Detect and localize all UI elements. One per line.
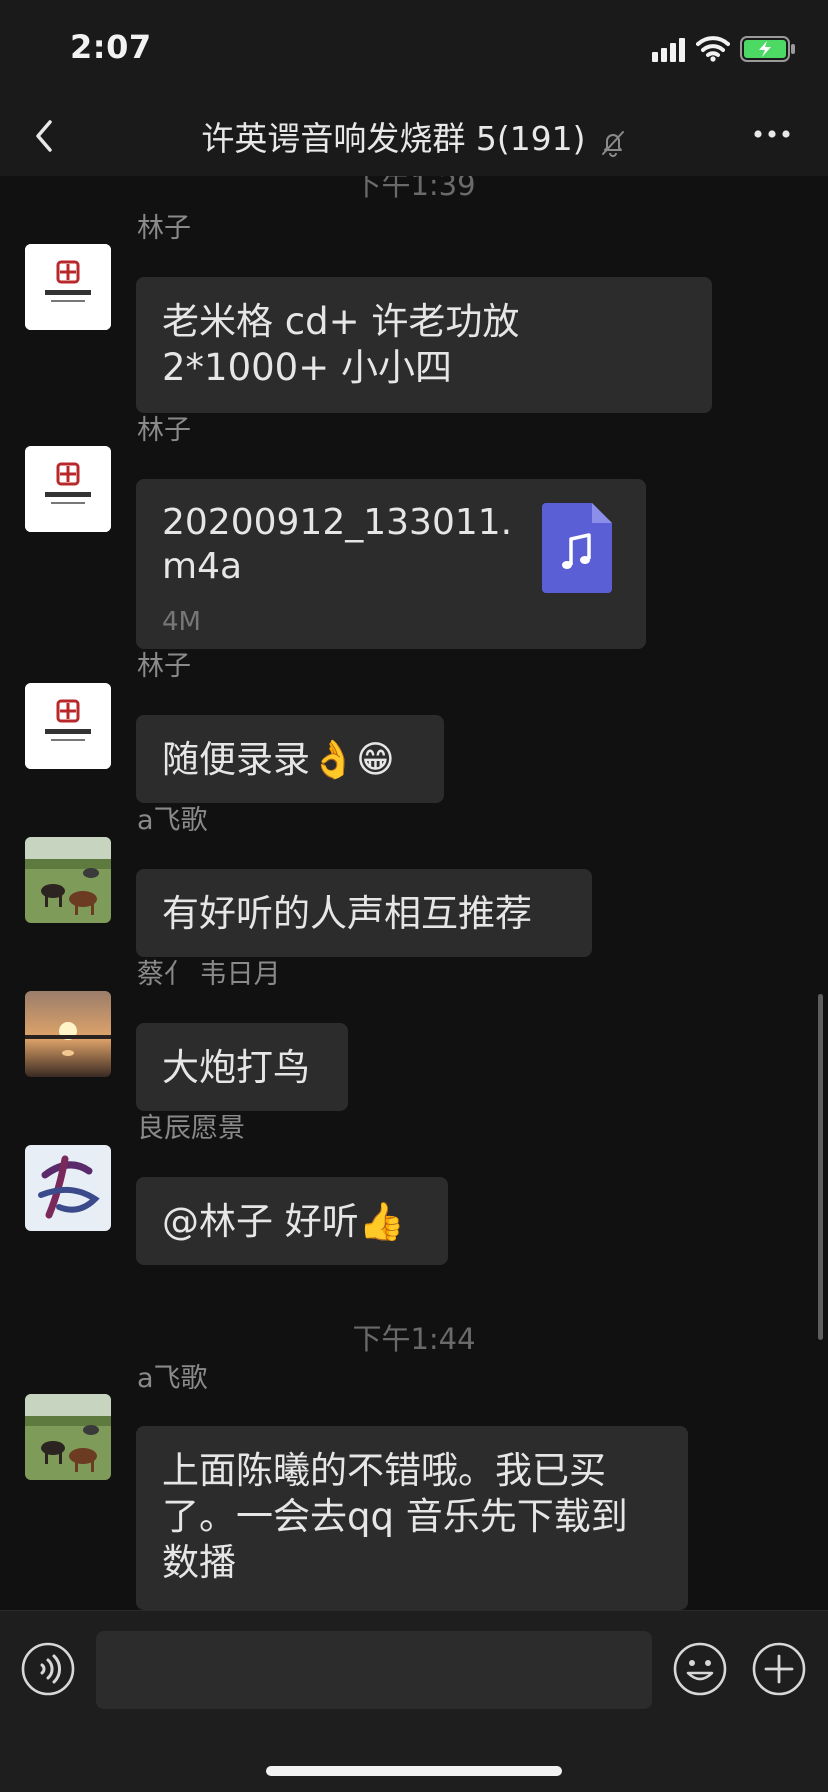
avatar-liang-chen-yuan-jing[interactable] <box>25 1145 111 1231</box>
horses-photo-icon <box>25 837 111 923</box>
battery-charging-icon <box>740 36 795 62</box>
status-time: 2:07 <box>70 28 152 66</box>
muted-bell-icon <box>601 130 624 157</box>
file-message-bubble[interactable]: 20200912_133011.m4a 4M <box>136 479 646 649</box>
message-bubble[interactable]: 老米格 cd+ 许老功放 2*1000+ 小小四 <box>136 277 712 413</box>
sender-name: 良辰愿景 <box>137 1113 245 1144</box>
emoji-icon[interactable] <box>672 1641 728 1697</box>
nav-bar: 许英谔音响发烧群 5(191) <box>0 96 828 176</box>
company-logo-icon <box>25 244 111 330</box>
message-bubble[interactable]: 大炮打鸟 <box>136 1023 348 1111</box>
sender-name: 林子 <box>137 651 191 682</box>
home-indicator[interactable] <box>266 1766 562 1776</box>
music-file-icon <box>542 503 612 593</box>
avatar-a-fei-ge[interactable] <box>25 1394 111 1480</box>
file-name: 20200912_133011.m4a <box>162 502 513 587</box>
avatar-lin-zi[interactable] <box>25 244 111 330</box>
scrollbar[interactable] <box>818 994 823 1340</box>
cellular-signal-icon <box>652 38 685 62</box>
sender-name: 蔡亻 韦日月 <box>137 959 281 990</box>
wifi-icon <box>696 36 730 62</box>
company-logo-icon <box>25 446 111 532</box>
sender-name: 林子 <box>137 415 191 446</box>
avatar-a-fei-ge[interactable] <box>25 837 111 923</box>
status-bar: 2:07 <box>0 0 828 96</box>
input-bar <box>0 1610 828 1792</box>
message-bubble[interactable]: 随便录录👌😁 <box>136 715 444 803</box>
sender-name: a飞歌 <box>137 1363 208 1394</box>
group-title: 许英谔音响发烧群 5(191) <box>201 119 586 158</box>
message-bubble[interactable]: 有好听的人声相互推荐 <box>136 869 592 957</box>
company-logo-icon <box>25 683 111 769</box>
message-bubble[interactable]: @林子 好听👍 <box>136 1177 448 1265</box>
sunset-photo-icon <box>25 991 111 1077</box>
message-input[interactable] <box>96 1631 652 1709</box>
message-list[interactable]: 下午1:39 林子 老米格 cd+ 许老功放 2*1000+ 小小四 林子 20… <box>0 176 828 1610</box>
message-bubble[interactable]: 上面陈曦的不错哦。我已买了。一会去qq 音乐先下载到数播 <box>136 1426 688 1610</box>
avatar-lin-zi[interactable] <box>25 446 111 532</box>
timestamp: 下午1:39 <box>352 176 476 202</box>
avatar-cai-wei-ri-yue[interactable] <box>25 991 111 1077</box>
calligraphy-avatar-icon <box>25 1145 111 1231</box>
sender-name: 林子 <box>137 213 191 244</box>
horses-photo-icon <box>25 1394 111 1480</box>
file-size: 4M <box>162 607 201 637</box>
voice-input-icon[interactable] <box>20 1641 76 1697</box>
nav-title-area: 许英谔音响发烧群 5(191) <box>0 112 828 160</box>
more-options-icon[interactable] <box>748 114 796 154</box>
timestamp: 下午1:44 <box>352 1322 476 1356</box>
sender-name: a飞歌 <box>137 805 208 836</box>
avatar-lin-zi[interactable] <box>25 683 111 769</box>
plus-icon[interactable] <box>751 1641 807 1697</box>
chat-screen: 2:07 许英谔音响发烧群 5(191) 下午1:39 林子 老米格 cd+ 许… <box>0 0 828 1792</box>
